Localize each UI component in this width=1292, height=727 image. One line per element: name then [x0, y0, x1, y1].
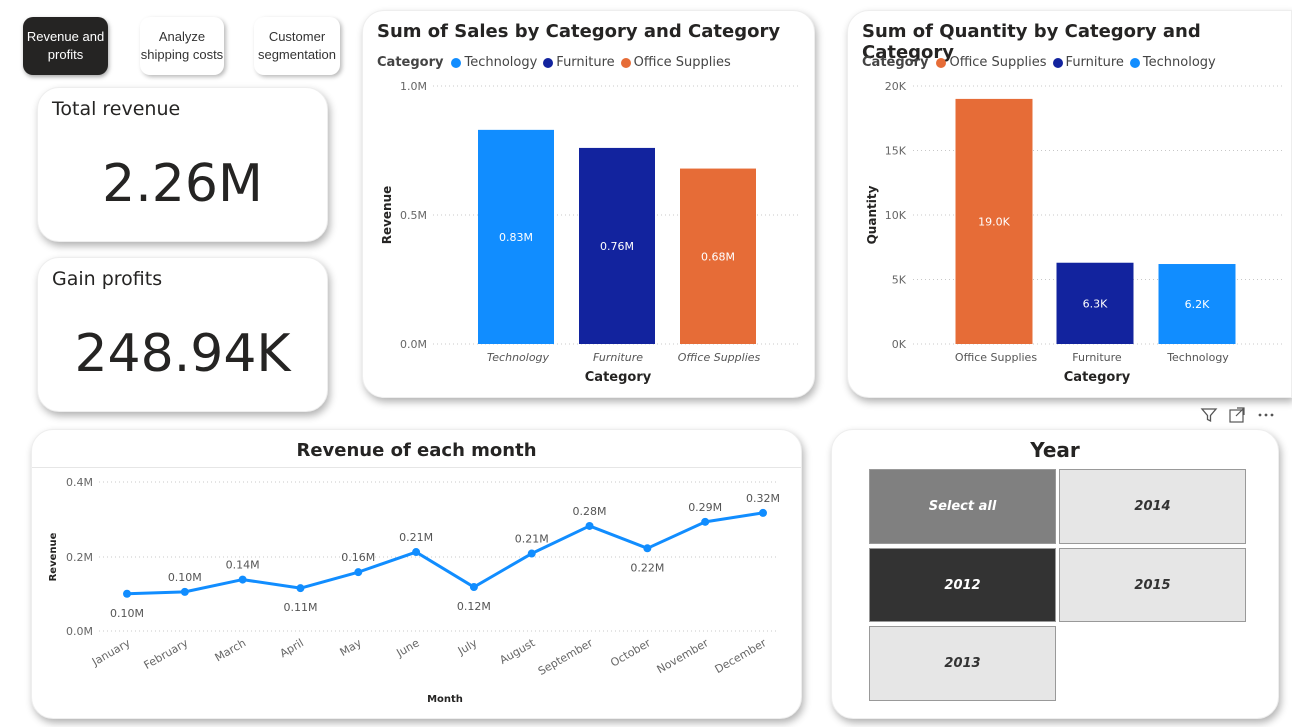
data-label: 6.2K — [1185, 298, 1210, 311]
y-axis-title: Revenue — [380, 186, 394, 245]
data-label: 0.68M — [701, 250, 735, 263]
tab-customer-segmentation[interactable]: Customer segmentation — [254, 17, 340, 75]
data-point[interactable] — [123, 589, 131, 598]
visual-header-toolbar — [1194, 402, 1292, 428]
y-grid — [99, 481, 777, 632]
more-options-icon[interactable] — [1256, 406, 1276, 424]
y-tick-label: 15K — [885, 145, 907, 158]
x-tick-label: Furniture — [1072, 351, 1122, 364]
x-tick-label: February — [142, 636, 191, 672]
y-tick-label: 1.0M — [400, 80, 427, 93]
data-label: 0.14M — [226, 559, 260, 572]
x-tick-label: July — [455, 636, 480, 658]
quantity-by-category-chart[interactable]: Sum of Quantity by Category and Category… — [847, 10, 1292, 398]
year-slicer[interactable]: Year Select all 2014 2012 2015 2013 — [831, 429, 1279, 719]
x-tick-label: April — [278, 636, 306, 660]
x-tick-label: September — [536, 636, 596, 678]
slicer-option-2014[interactable]: 2014 — [1059, 469, 1246, 544]
data-label: 0.11M — [283, 601, 317, 614]
data-point[interactable] — [412, 548, 421, 557]
y-tick-label: 5K — [892, 274, 907, 287]
x-axis-title: Category — [585, 370, 652, 385]
data-label: 0.12M — [457, 600, 491, 613]
y-tick-label: 0.0M — [400, 338, 427, 351]
x-tick-label: Office Supplies — [678, 351, 761, 364]
x-tick-label: December — [713, 636, 769, 676]
data-label: 0.22M — [630, 561, 664, 574]
data-label: 0.10M — [168, 571, 202, 584]
y-tick-label: 20K — [885, 80, 907, 93]
x-tick-label: Technology — [1166, 351, 1229, 364]
data-label: 0.29M — [688, 501, 722, 514]
data-label: 0.32M — [746, 492, 780, 505]
data-point[interactable] — [643, 544, 652, 553]
data-point[interactable] — [469, 583, 478, 592]
x-tick-label: August — [497, 636, 537, 667]
y-tick-label: 10K — [885, 209, 907, 222]
y-tick-label: 0.4M — [66, 476, 93, 489]
x-tick-label: October — [608, 636, 653, 670]
sales-by-category-chart[interactable]: Sum of Sales by Category and Category Ca… — [362, 10, 815, 398]
data-point[interactable] — [527, 549, 536, 558]
data-point[interactable] — [296, 584, 305, 593]
slicer-title: Year — [1030, 438, 1080, 462]
monthly-chart-plot: 0.4M 0.2M 0.0M Revenue 0.10M0.10M0.14M0.… — [48, 476, 780, 705]
gain-profits-value: 248.94K — [74, 324, 291, 384]
x-tick-label: November — [655, 636, 711, 676]
data-point[interactable] — [701, 517, 710, 526]
total-revenue-label: Total revenue — [52, 98, 181, 120]
x-tick-label: January — [89, 636, 133, 669]
y-tick-label: 0.0M — [66, 625, 93, 638]
x-tick-label: June — [393, 636, 421, 660]
y-tick-label: 0.5M — [400, 209, 427, 222]
slicer-option-2015[interactable]: 2015 — [1059, 548, 1246, 622]
report-canvas: Revenue and profits Analyze shipping cos… — [0, 0, 1292, 727]
x-axis-title: Month — [427, 694, 463, 705]
tab-analyze-shipping-costs[interactable]: Analyze shipping costs — [140, 17, 224, 75]
data-label: 6.3K — [1083, 297, 1108, 310]
quantity-chart-plot: 20K 15K 10K 5K 0K Quantity 19.0K 6.3K 6.2K… — [865, 80, 1285, 385]
focus-mode-icon[interactable] — [1228, 406, 1246, 424]
x-tick-label: Furniture — [593, 351, 643, 364]
data-label: 19.0K — [978, 215, 1010, 228]
x-tick-label: May — [338, 636, 365, 659]
data-label: 0.21M — [515, 533, 549, 546]
gain-profits-label: Gain profits — [52, 268, 163, 290]
tab-revenue-and-profits[interactable]: Revenue and profits — [23, 17, 108, 75]
y-tick-label: 0K — [892, 338, 907, 351]
monthly-revenue-chart[interactable]: Revenue of each month 0.4M 0.2M 0.0M Rev… — [31, 429, 802, 719]
slicer-option-2012[interactable]: 2012 — [869, 548, 1056, 622]
x-tick-label: Technology — [487, 351, 550, 364]
data-label: 0.16M — [341, 551, 375, 564]
data-point[interactable] — [180, 587, 189, 596]
data-label: 0.83M — [499, 231, 533, 244]
x-tick-label: March — [213, 636, 249, 664]
data-label: 0.76M — [600, 240, 634, 253]
line-series: 0.10M 0.10M 0.14M 0.11M 0.16M 0.21M 0.12M 0.21M… — [110, 492, 780, 620]
revenue-line — [126, 511, 764, 596]
x-tick-label: Office Supplies — [955, 351, 1037, 364]
sales-chart-plot: 1.0M 0.5M 0.0M Revenue 0.83M 0.76M 0.68M T… — [380, 80, 800, 385]
bars: 0.83M 0.76M 0.68M — [478, 129, 756, 344]
data-label: 0.21M — [399, 531, 433, 544]
data-point[interactable] — [238, 575, 247, 584]
data-label: 0.10M — [110, 607, 144, 620]
slicer-option-2013[interactable]: 2013 — [869, 626, 1056, 701]
x-tick-labels: January February March April May June July Augu… — [89, 636, 769, 678]
y-axis-title: Quantity — [865, 185, 879, 244]
gain-profits-card[interactable]: Gain profits 248.94K — [37, 257, 328, 412]
bars: 19.0K 6.3K 6.2K — [955, 98, 1236, 345]
y-axis-title: Revenue — [48, 532, 59, 581]
data-label: 0.28M — [573, 505, 607, 518]
y-tick-label: 0.2M — [66, 551, 93, 564]
data-point[interactable] — [354, 568, 363, 577]
x-axis-title: Category — [1064, 370, 1131, 385]
data-point[interactable] — [759, 508, 767, 517]
total-revenue-card[interactable]: Total revenue 2.26M — [37, 87, 328, 242]
filter-icon[interactable] — [1200, 406, 1218, 424]
total-revenue-value: 2.26M — [102, 154, 263, 214]
data-point[interactable] — [585, 521, 594, 530]
slicer-option-select-all[interactable]: Select all — [869, 469, 1056, 544]
